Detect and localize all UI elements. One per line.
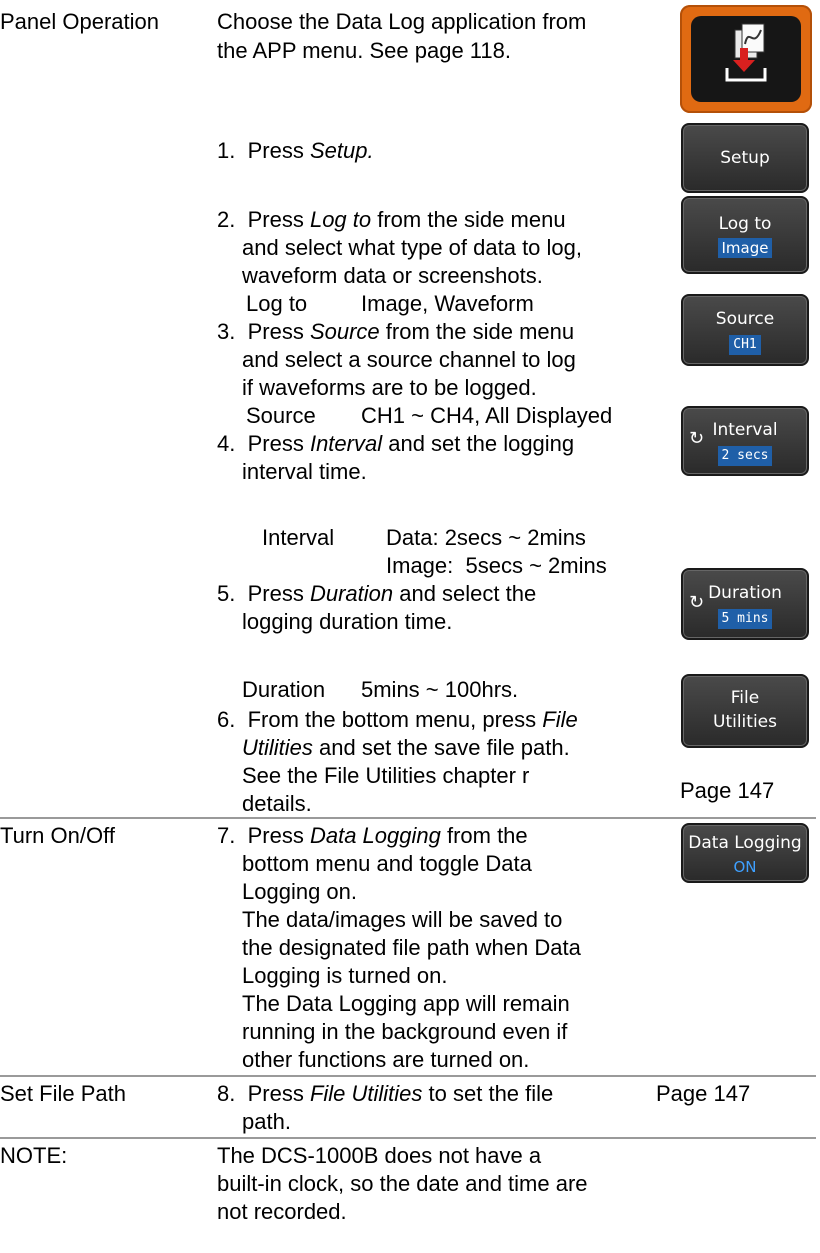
- param-name: Interval: [262, 525, 335, 550]
- step-7-line: bottom menu and toggle Data: [242, 851, 532, 876]
- param-value: Image: 5secs ~ 2mins: [386, 553, 607, 578]
- data-log-app-icon: [680, 5, 812, 113]
- step-6: 6. From the bottom menu, press File: [217, 707, 578, 732]
- section-divider: [0, 817, 816, 819]
- param-value: 5mins ~ 100hrs.: [361, 677, 519, 702]
- step-6-line: details.: [242, 791, 312, 816]
- step-6-line: Utilities and set the save file path.: [242, 735, 570, 760]
- step-1: 1. Press Setup.: [217, 138, 374, 163]
- step-8-line: path.: [242, 1109, 291, 1134]
- intro-line: the APP menu. See page 118.: [217, 38, 511, 63]
- step-7-line: running in the background even if: [242, 1019, 568, 1044]
- step-7-line: Logging on.: [242, 879, 357, 904]
- step-2-line: waveform data or screenshots.: [242, 263, 543, 288]
- param-value: Image, Waveform: [361, 291, 534, 316]
- param-value: CH1 ~ CH4, All Displayed: [361, 403, 613, 428]
- log-to-button[interactable]: Log to Image: [681, 196, 809, 274]
- param-name: Log to: [246, 291, 308, 316]
- note-line: not recorded.: [217, 1199, 347, 1224]
- setup-button[interactable]: Setup: [681, 123, 809, 193]
- step-8: 8. Press File Utilities to set the file: [217, 1081, 554, 1106]
- step-7-line: Logging is turned on.: [242, 963, 448, 988]
- rotary-knob-icon: ↻: [689, 428, 705, 449]
- step-7-line: The Data Logging app will remain: [242, 991, 570, 1016]
- step-2: 2. Press Log to from the side menu: [217, 207, 566, 232]
- page-reference: Page 147: [656, 1081, 751, 1106]
- param-name: Source: [246, 403, 316, 428]
- step-5: 5. Press Duration and select the: [217, 581, 537, 606]
- file-utilities-button[interactable]: File Utilities: [681, 674, 809, 748]
- section-label-set-file-path: Set File Path: [0, 1081, 126, 1106]
- step-7-line: The data/images will be saved to: [242, 907, 563, 932]
- step-7-line: other functions are turned on.: [242, 1047, 530, 1072]
- data-logging-button[interactable]: Data Logging ON: [681, 823, 809, 883]
- param-name: Duration: [242, 677, 326, 702]
- section-label-panel-operation: Panel Operation: [0, 9, 159, 34]
- step-3-line: if waveforms are to be logged.: [242, 375, 537, 400]
- step-7-line: the designated file path when Data: [242, 935, 581, 960]
- section-label-turn-on-off: Turn On/Off: [0, 823, 115, 848]
- note-line: The DCS-1000B does not have a: [217, 1143, 542, 1168]
- intro-line: Choose the Data Log application from: [217, 9, 587, 34]
- step-3: 3. Press Source from the side menu: [217, 319, 575, 344]
- step-4: 4. Press Interval and set the logging: [217, 431, 575, 456]
- step-4-line: interval time.: [242, 459, 367, 484]
- step-7: 7. Press Data Logging from the: [217, 823, 528, 848]
- log-icon: [725, 23, 767, 82]
- duration-button[interactable]: ↻ Duration 5 mins: [681, 568, 809, 640]
- rotary-knob-icon: ↻: [689, 592, 705, 613]
- step-5-line: logging duration time.: [242, 609, 453, 634]
- interval-button[interactable]: ↻ Interval 2 secs: [681, 406, 809, 476]
- section-divider: [0, 1075, 816, 1077]
- page-reference: Page 147: [680, 778, 775, 803]
- section-divider: [0, 1137, 816, 1139]
- step-6-line: See the File Utilities chapter r: [242, 763, 530, 788]
- step-2-line: and select what type of data to log,: [242, 235, 583, 260]
- section-label-note: NOTE:: [0, 1143, 68, 1168]
- step-3-line: and select a source channel to log: [242, 347, 576, 372]
- note-line: built-in clock, so the date and time are: [217, 1171, 588, 1196]
- param-value: Data: 2secs ~ 2mins: [386, 525, 586, 550]
- source-button[interactable]: Source CH1: [681, 294, 809, 366]
